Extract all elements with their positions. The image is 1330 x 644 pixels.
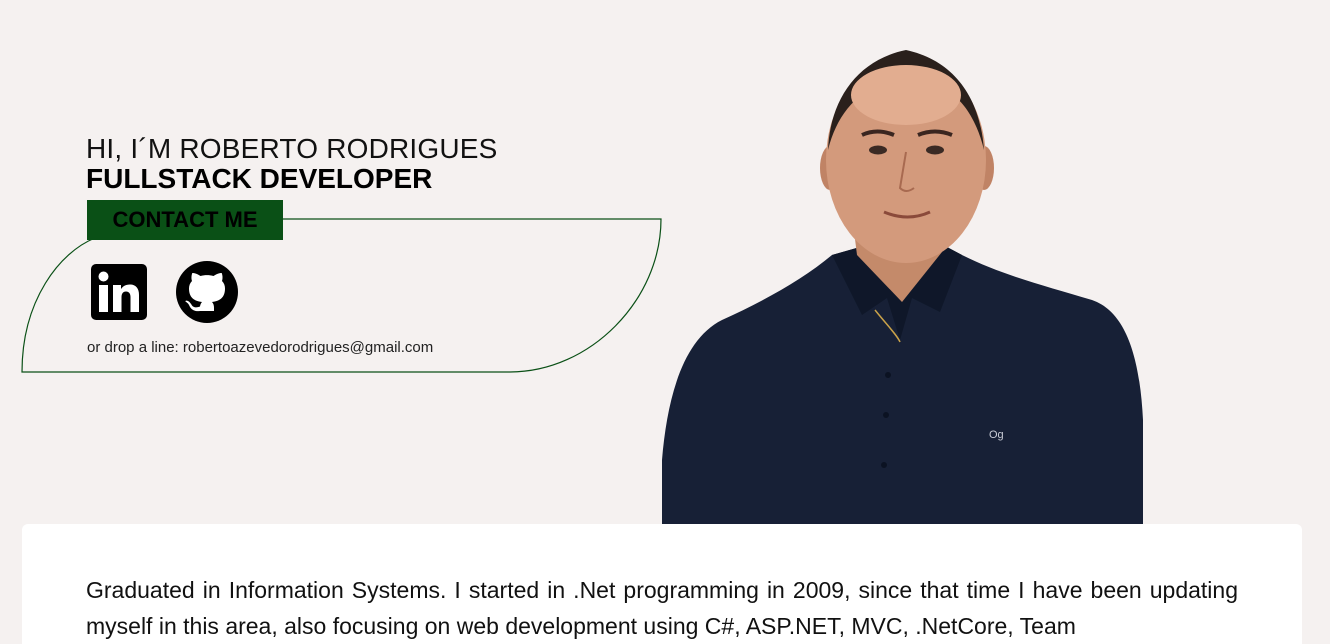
github-icon — [176, 261, 238, 323]
email-prefix: or drop a line: — [87, 339, 183, 356]
linkedin-icon — [91, 264, 147, 320]
profile-photo: Og — [662, 50, 1143, 524]
home-page: HI, I´M ROBERTO RODRIGUES FULLSTACK DEVE… — [0, 0, 1330, 644]
contact-me-button[interactable]: CONTACT ME — [87, 200, 283, 240]
linkedin-link[interactable] — [91, 264, 147, 320]
svg-text:Og: Og — [989, 429, 1004, 441]
role-heading: FULLSTACK DEVELOPER — [86, 163, 433, 194]
about-card: Graduated in Information Systems. I star… — [22, 524, 1302, 644]
about-text: Graduated in Information Systems. I star… — [86, 577, 1238, 639]
github-link[interactable] — [176, 261, 238, 323]
email-line: or drop a line: robertoazevedorodrigues@… — [87, 339, 433, 356]
greeting-heading: HI, I´M ROBERTO RODRIGUES — [86, 133, 498, 164]
email-link[interactable]: robertoazevedorodrigues@gmail.com — [183, 339, 433, 356]
